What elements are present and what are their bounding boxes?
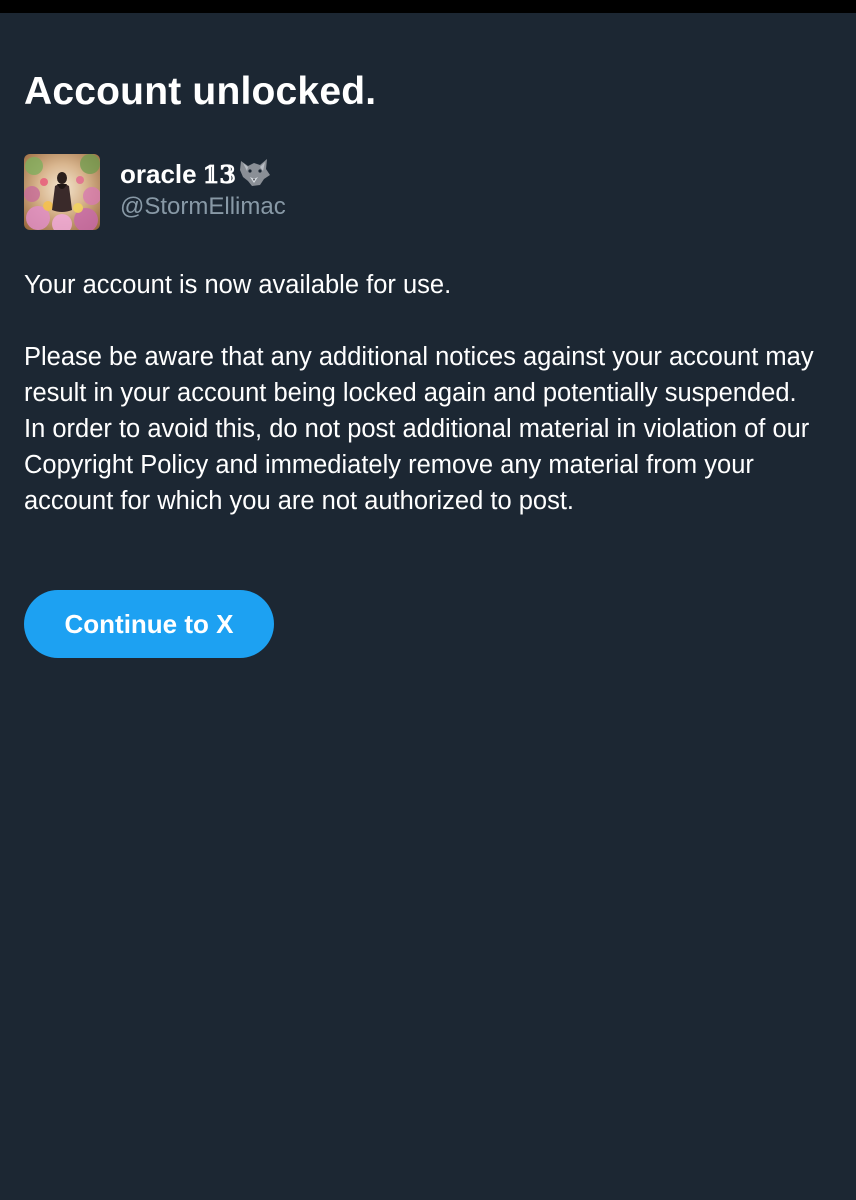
display-name-number: 𝟙𝟛 <box>202 160 237 189</box>
page-title: Account unlocked. <box>24 70 377 113</box>
display-name: oracle 𝟙𝟛 <box>120 157 272 194</box>
profile-card: oracle 𝟙𝟛 @StormEllimac <box>24 154 724 230</box>
continue-button[interactable]: Continue to X <box>24 590 274 658</box>
status-bar <box>0 0 856 13</box>
unlock-confirmation-text: Your account is now available for use. <box>24 271 452 299</box>
copyright-warning-text: Please be aware that any additional noti… <box>24 343 814 515</box>
avatar <box>24 154 100 230</box>
wolf-icon <box>238 157 272 194</box>
display-name-text: oracle <box>120 159 197 189</box>
account-unlocked-page: Account unlocked. oracle 𝟙𝟛 @StormEllima… <box>0 13 856 1200</box>
user-handle: @StormEllimac <box>120 193 286 220</box>
